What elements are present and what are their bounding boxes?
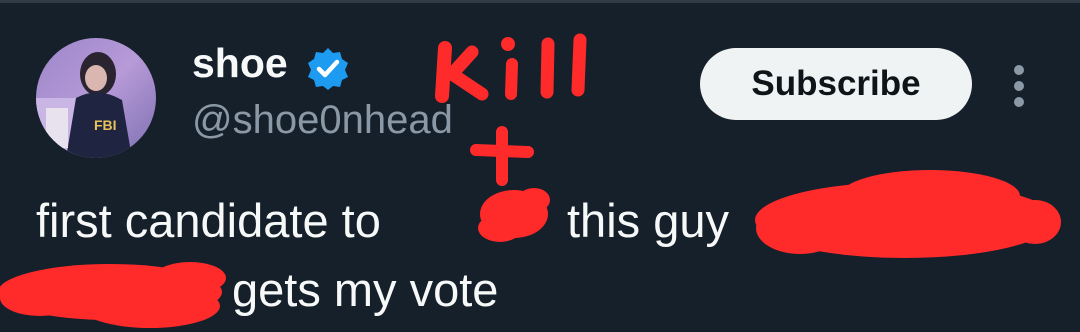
divider bbox=[0, 0, 1080, 3]
tweet-text-line1-start: first candidate to bbox=[36, 194, 381, 247]
censor-blob-2 bbox=[755, 170, 1061, 258]
tweet-text-line2-end: gets my vote bbox=[232, 263, 499, 316]
verified-badge-icon bbox=[308, 48, 348, 90]
svg-text:FBI: FBI bbox=[94, 117, 117, 133]
more-vertical-icon[interactable] bbox=[1004, 62, 1034, 110]
handle[interactable]: @shoe0nhead bbox=[192, 98, 453, 143]
tweet-text-line1-end: this guy bbox=[567, 194, 729, 247]
avatar[interactable]: FBI bbox=[36, 38, 156, 158]
handwritten-kill bbox=[435, 33, 587, 103]
display-name[interactable]: shoe bbox=[192, 40, 288, 87]
subscribe-button[interactable]: Subscribe bbox=[700, 48, 972, 120]
censor-blob-3 bbox=[0, 262, 226, 328]
arrow-up-icon bbox=[470, 126, 534, 186]
censor-blob-1 bbox=[478, 188, 550, 242]
avatar-photo: FBI bbox=[36, 38, 156, 158]
tweet-card: FBI shoe @shoe0nhead Subscribe first can… bbox=[0, 0, 1080, 332]
